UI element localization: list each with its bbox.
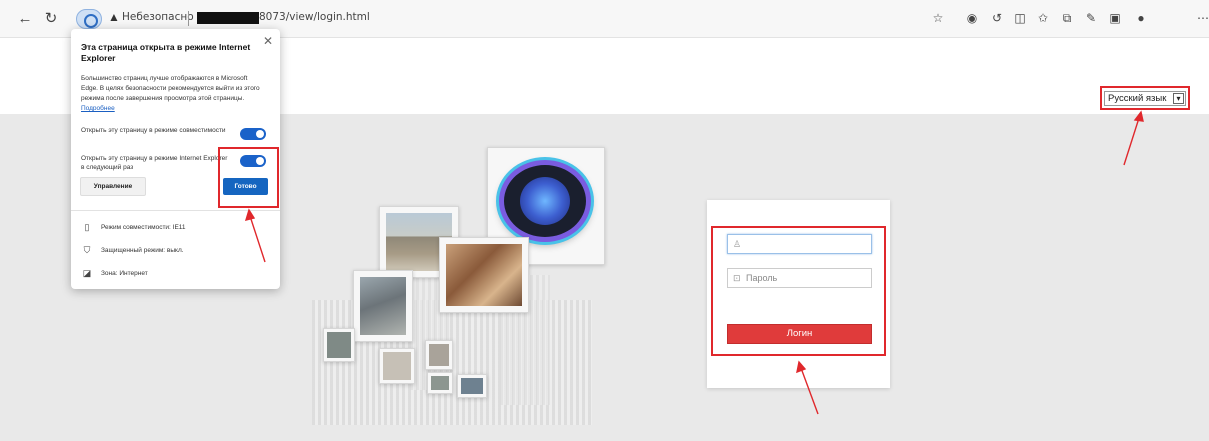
shield-icon: ⛉ bbox=[83, 245, 91, 255]
photo-small-1 bbox=[323, 328, 355, 362]
favorites-icon[interactable]: ✩ bbox=[1036, 11, 1050, 25]
photo-small-5 bbox=[457, 374, 487, 398]
address-bar-url[interactable]: 8073/view/login.html bbox=[259, 11, 370, 23]
popup-description: Большинство страниц лучше отображаются в… bbox=[81, 74, 266, 114]
manage-button[interactable]: Управление bbox=[80, 177, 146, 196]
done-highlight-box bbox=[218, 147, 279, 208]
popup-description-text: Большинство страниц лучше отображаются в… bbox=[81, 75, 260, 102]
extension-icon-3[interactable]: ✎ bbox=[1084, 11, 1098, 25]
zone-icon: ◪ bbox=[82, 268, 92, 278]
photo-small-3 bbox=[425, 340, 453, 370]
extension-icon[interactable]: ◉ bbox=[965, 11, 979, 25]
extension-icon-4[interactable]: ▣ bbox=[1108, 11, 1122, 25]
photo-family bbox=[439, 237, 529, 313]
learn-more-link[interactable]: Подробнее bbox=[81, 105, 115, 112]
address-separator bbox=[188, 11, 189, 26]
ie-mode-icon[interactable] bbox=[76, 9, 102, 29]
photo-small-2 bbox=[379, 348, 415, 384]
app-logo-icon bbox=[499, 160, 591, 242]
login-highlight-box bbox=[711, 226, 886, 356]
photo-small-4 bbox=[427, 372, 453, 394]
option-compat-label: Открыть эту страницу в режиме совместимо… bbox=[81, 127, 226, 134]
popup-title: Эта страница открыта в режиме Internet E… bbox=[81, 42, 251, 63]
info-compat-mode: Режим совместимости: IE11 bbox=[101, 224, 186, 231]
info-zone: Зона: Интернет bbox=[101, 270, 148, 277]
popup-divider bbox=[71, 210, 280, 211]
split-screen-icon[interactable]: ◫ bbox=[1013, 11, 1027, 25]
warning-icon: ▲ bbox=[108, 10, 120, 24]
document-icon: ▯ bbox=[84, 222, 90, 232]
profile-avatar-icon[interactable]: ● bbox=[1134, 11, 1148, 25]
compat-toggle[interactable] bbox=[240, 128, 266, 140]
refresh-icon[interactable]: ↻ bbox=[42, 10, 60, 28]
back-arrow-icon[interactable]: ← bbox=[16, 10, 34, 28]
close-icon[interactable]: ✕ bbox=[263, 34, 273, 48]
info-protected-mode: Защищенный режим: выкл. bbox=[101, 247, 184, 254]
option-next-time-label: Открыть эту страницу в режиме Internet E… bbox=[81, 155, 228, 171]
language-highlight-box bbox=[1100, 86, 1190, 110]
extension-icon-2[interactable]: ↺ bbox=[990, 11, 1004, 25]
redacted-host bbox=[197, 12, 259, 24]
more-menu-icon[interactable]: ⋯ bbox=[1196, 11, 1209, 25]
favorite-star-icon[interactable]: ☆ bbox=[931, 11, 945, 25]
collections-icon[interactable]: ⧉ bbox=[1060, 11, 1074, 25]
photo-street bbox=[353, 270, 413, 342]
insecure-label[interactable]: Небезопасно bbox=[122, 11, 194, 23]
